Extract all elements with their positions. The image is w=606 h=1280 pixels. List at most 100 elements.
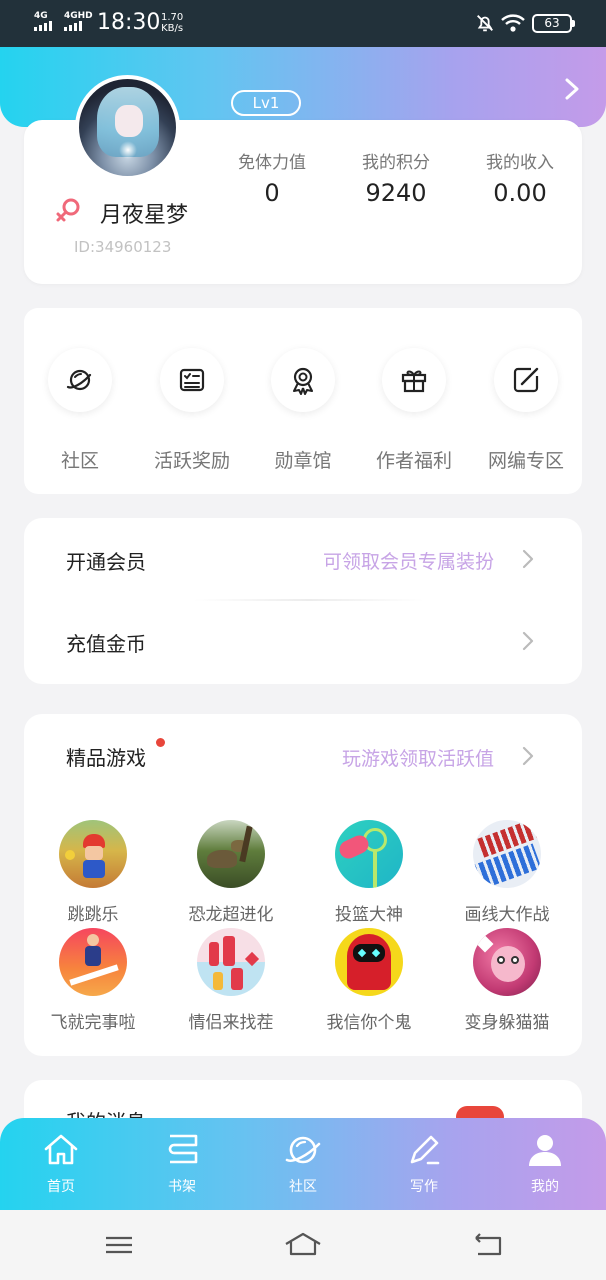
signal-bars-1-icon (34, 21, 52, 31)
back-icon[interactable] (472, 1230, 504, 1260)
checklist-icon (179, 368, 205, 392)
game-fly-icon (59, 928, 127, 996)
game-hide-seek-icon (473, 928, 541, 996)
network-speed: 1.70 KB/s (161, 12, 183, 34)
game-item[interactable]: 变身躲猫猫 (438, 928, 576, 1033)
quick-item-author-welfare[interactable]: 作者福利 (358, 348, 470, 473)
nav-mine[interactable]: 我的 (495, 1130, 595, 1196)
membership-card: 开通会员 可领取会员专属装扮 充值金币 (24, 518, 582, 684)
recharge-row[interactable]: 充值金币 (24, 612, 582, 672)
quick-item-medal-hall[interactable]: 勋章馆 (247, 348, 359, 473)
nav-label: 我的 (531, 1179, 559, 1195)
signal-type-1: 4G (34, 11, 48, 21)
game-item[interactable]: 跳跳乐 (24, 820, 162, 925)
chevron-right-icon[interactable] (564, 77, 580, 101)
mute-bell-icon (477, 15, 493, 32)
edit-icon (513, 367, 539, 393)
nav-write[interactable]: 写作 (374, 1130, 474, 1196)
network-speed-value: 1.70 (161, 12, 184, 23)
game-name: 变身躲猫猫 (464, 1013, 550, 1033)
notification-dot (156, 738, 165, 747)
stat-stamina[interactable]: 免体力值 0 (217, 148, 327, 207)
game-dinosaur-icon (197, 820, 265, 888)
nav-home[interactable]: 首页 (11, 1130, 111, 1196)
battery-indicator: 63 (532, 14, 575, 33)
female-gender-icon (56, 198, 80, 222)
game-draw-line-icon (473, 820, 541, 888)
user-id: ID:34960123 (74, 238, 172, 256)
signal-bars-2-icon (64, 21, 82, 31)
pen-icon (410, 1135, 440, 1165)
nav-community[interactable]: 社区 (253, 1130, 353, 1196)
game-item[interactable]: 恐龙超进化 (162, 820, 300, 925)
quick-item-label: 作者福利 (375, 450, 452, 472)
username: 月夜星梦 (100, 203, 189, 228)
game-item[interactable]: 画线大作战 (438, 820, 576, 925)
nav-bookshelf[interactable]: 书架 (132, 1130, 232, 1196)
game-item[interactable]: 投篮大神 (300, 820, 438, 925)
quick-item-label: 活跃奖励 (153, 450, 230, 472)
chevron-right-icon (522, 631, 534, 651)
stat-value: 0 (264, 179, 280, 207)
nav-label: 写作 (410, 1179, 438, 1195)
stat-points[interactable]: 我的积分 9240 (341, 148, 451, 207)
chevron-right-icon[interactable] (522, 745, 534, 767)
game-name: 投篮大神 (335, 905, 403, 925)
vip-title: 开通会员 (66, 550, 146, 574)
divider (194, 599, 424, 601)
bottom-nav: 首页 书架 社区 写作 我的 (0, 1118, 606, 1210)
game-name: 跳跳乐 (67, 905, 119, 925)
status-bar: 4G 4GHD 18:30 1.70 KB/s 63 (0, 0, 606, 47)
quick-item-label: 社区 (60, 450, 99, 472)
medal-icon (293, 367, 313, 395)
quick-item-activity-reward[interactable]: 活跃奖励 (136, 348, 248, 473)
stat-value: 0.00 (493, 179, 547, 207)
clock: 18:30 (97, 10, 161, 35)
stat-label: 我的收入 (486, 153, 554, 173)
game-item[interactable]: 情侣来找茬 (162, 928, 300, 1033)
games-hint[interactable]: 玩游戏领取活跃值 (342, 744, 494, 771)
game-basketball-icon (335, 820, 403, 888)
game-name: 飞就完事啦 (50, 1013, 136, 1033)
wifi-icon (501, 14, 525, 32)
system-nav-bar (0, 1210, 606, 1280)
game-name: 画线大作战 (464, 905, 550, 925)
home-icon (44, 1134, 78, 1165)
network-speed-unit: KB/s (161, 23, 184, 34)
stat-label: 我的积分 (362, 153, 430, 173)
nav-label: 首页 (47, 1179, 75, 1195)
stat-income[interactable]: 我的收入 0.00 (465, 148, 575, 207)
vip-row[interactable]: 开通会员 可领取会员专属装扮 (24, 530, 582, 590)
quick-item-community[interactable]: 社区 (24, 348, 136, 473)
gift-icon (401, 370, 427, 393)
user-icon (529, 1135, 561, 1166)
nav-label: 书架 (168, 1179, 196, 1195)
menu-icon[interactable] (104, 1230, 134, 1260)
games-title[interactable]: 精品游戏 (66, 742, 146, 771)
quick-menu: 社区 活跃奖励 勋章馆 作者福利 网编专区 (24, 308, 582, 494)
game-couple-icon (197, 928, 265, 996)
planet-icon (285, 1136, 321, 1164)
quick-item-editor-zone[interactable]: 网编专区 (470, 348, 582, 473)
game-name: 我信你个鬼 (326, 1013, 412, 1033)
game-item[interactable]: 我信你个鬼 (300, 928, 438, 1033)
game-item[interactable]: 飞就完事啦 (24, 928, 162, 1033)
bookshelf-icon (168, 1134, 198, 1164)
stat-value: 9240 (365, 179, 427, 207)
game-ghost-icon (335, 928, 403, 996)
game-name: 情侣来找茬 (188, 1013, 274, 1033)
game-name: 恐龙超进化 (188, 905, 274, 925)
home-nav-icon[interactable] (283, 1230, 323, 1260)
recharge-title: 充值金币 (66, 632, 146, 656)
signal-type-2: 4GHD (64, 11, 93, 21)
quick-item-label: 勋章馆 (274, 450, 332, 472)
vip-hint: 可领取会员专属装扮 (322, 551, 494, 573)
level-badge: Lv1 (231, 90, 301, 116)
nav-label: 社区 (289, 1179, 317, 1195)
avatar[interactable] (75, 75, 180, 180)
planet-icon (66, 369, 92, 391)
chevron-right-icon (522, 549, 534, 569)
stat-label: 免体力值 (238, 153, 306, 173)
games-card: 精品游戏 玩游戏领取活跃值 跳跳乐 恐龙超进化 投篮大神 画线大作战 飞就完事啦… (24, 714, 582, 1056)
game-jump-icon (59, 820, 127, 888)
